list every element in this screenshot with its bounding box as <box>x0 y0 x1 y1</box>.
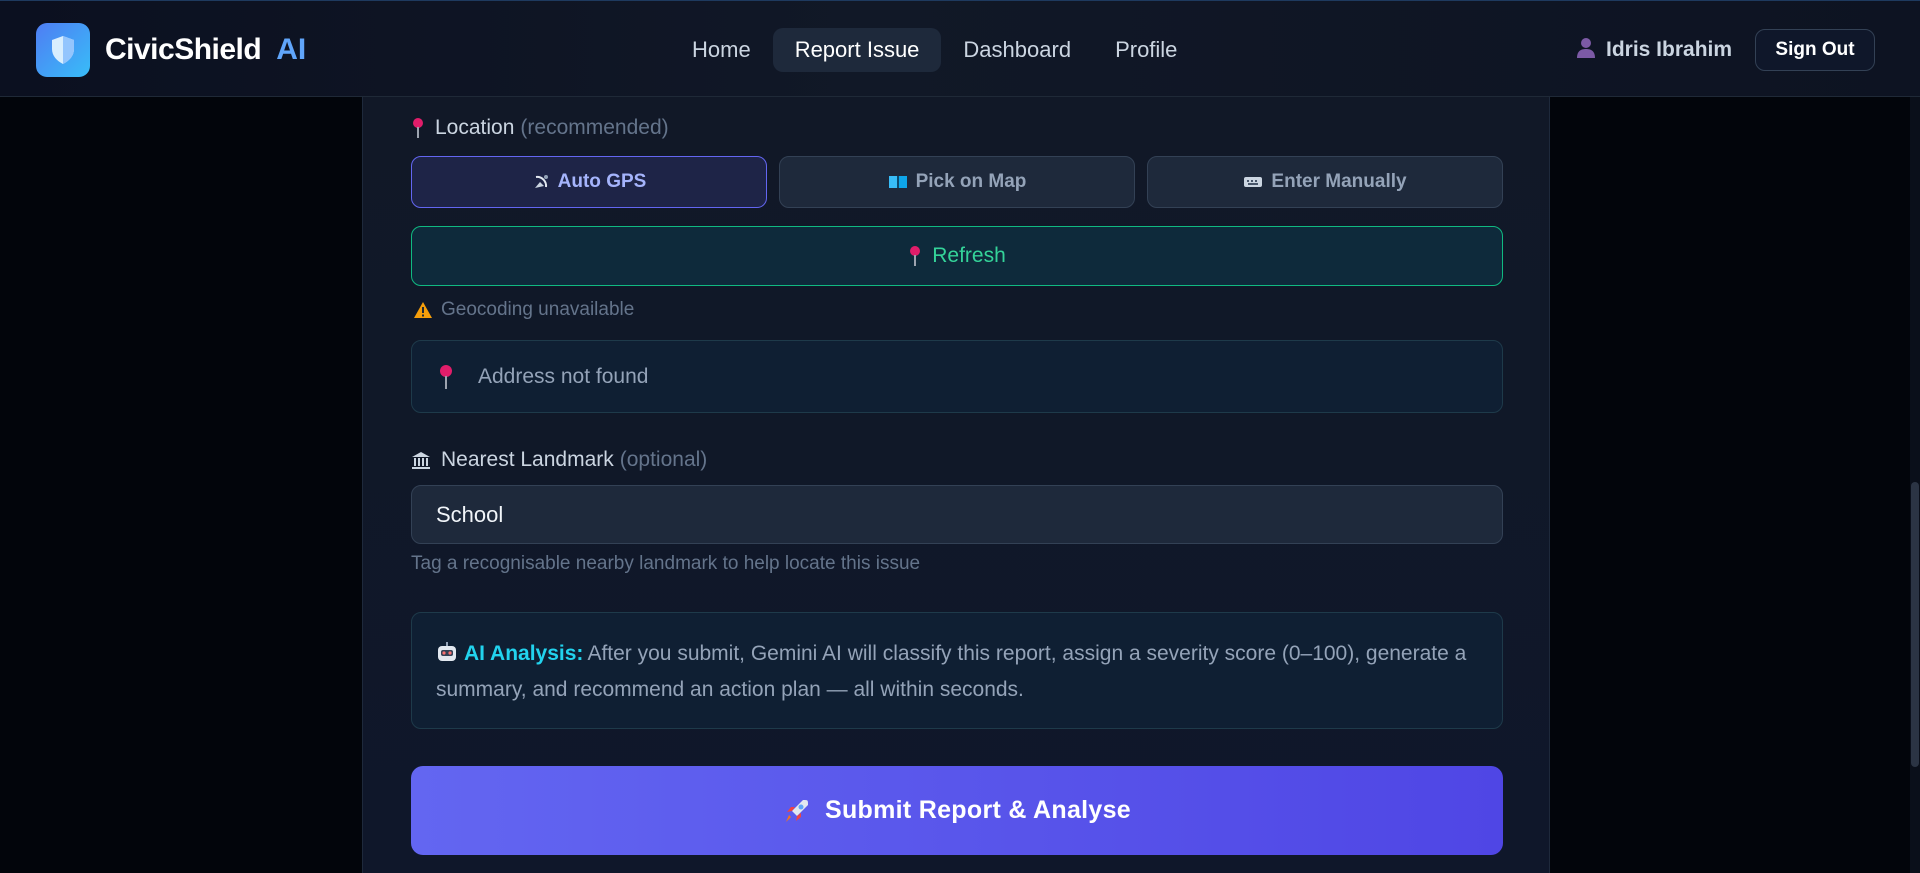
pin-icon <box>411 117 425 139</box>
nav-report-issue[interactable]: Report Issue <box>772 28 942 72</box>
ai-analysis-text: After you submit, Gemini AI will classif… <box>436 642 1467 701</box>
brand-suffix: AI <box>276 32 307 66</box>
keyboard-icon <box>1243 175 1263 189</box>
report-form-panel: Location (recommended) Auto GPS Pick on … <box>362 97 1550 873</box>
enter-manually-button[interactable]: Enter Manually <box>1147 156 1503 208</box>
refresh-location-button[interactable]: Refresh <box>411 226 1503 286</box>
robot-icon <box>436 640 458 673</box>
main-nav: Home Report Issue Dashboard Profile <box>670 28 1199 72</box>
nearest-landmark-input[interactable] <box>411 485 1503 544</box>
sign-out-button[interactable]: Sign Out <box>1755 29 1875 71</box>
nav-dashboard[interactable]: Dashboard <box>941 28 1093 72</box>
pick-on-map-button[interactable]: Pick on Map <box>779 156 1135 208</box>
warning-icon <box>413 301 433 319</box>
auto-gps-button[interactable]: Auto GPS <box>411 156 767 208</box>
landmark-label: Nearest Landmark (optional) <box>411 448 707 472</box>
map-book-icon <box>888 174 908 190</box>
brand-name: CivicShield <box>105 32 262 66</box>
nav-profile[interactable]: Profile <box>1093 28 1199 72</box>
rocket-icon <box>783 797 811 825</box>
pin-icon <box>908 245 922 267</box>
landmark-building-icon <box>411 450 431 470</box>
pin-icon <box>438 364 454 390</box>
resolved-address: Address not found <box>411 340 1503 413</box>
landmark-help-text: Tag a recognisable nearby landmark to he… <box>411 553 921 574</box>
geocoding-warning: Geocoding unavailable <box>413 299 634 321</box>
shield-logo-icon <box>36 22 90 77</box>
location-label: Location (recommended) <box>411 116 669 140</box>
user-name: Idris Ibrahim <box>1606 38 1733 61</box>
ai-analysis-title: AI Analysis: <box>464 642 584 665</box>
user-info: Idris Ibrahim <box>1576 29 1732 71</box>
ai-analysis-info: AI Analysis: After you submit, Gemini AI … <box>411 612 1503 729</box>
brand[interactable]: CivicShield AI <box>36 22 306 77</box>
page-scrollbar-thumb[interactable] <box>1911 482 1919 767</box>
user-icon <box>1576 37 1596 64</box>
satellite-dish-icon <box>532 173 550 191</box>
nav-home[interactable]: Home <box>670 28 773 72</box>
top-navigation-bar: CivicShield AI Home Report Issue Dashboa… <box>0 0 1920 97</box>
submit-report-button[interactable]: Submit Report & Analyse <box>411 766 1503 855</box>
